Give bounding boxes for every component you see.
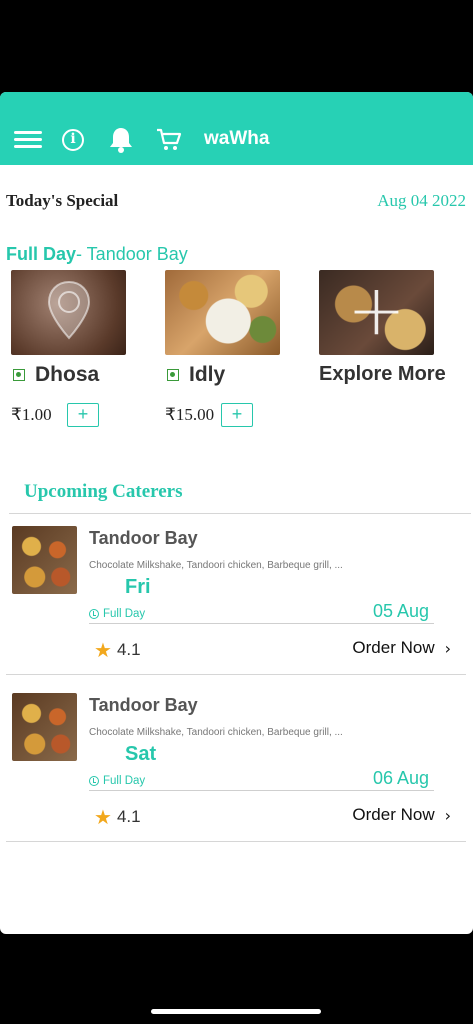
star-icon: ★ <box>94 638 112 662</box>
clock-icon <box>89 609 99 619</box>
card-divider <box>6 841 466 842</box>
home-indicator[interactable] <box>151 1009 321 1014</box>
caterer-label: - Tandoor Bay <box>76 244 188 264</box>
item-price: ₹15.00 <box>165 405 215 424</box>
caterer-rating: ★ 4.1 <box>94 638 141 662</box>
todays-special-title: Today's Special <box>6 191 119 210</box>
explore-more-card[interactable]: + Explore More <box>319 270 446 386</box>
dhosa-image[interactable] <box>11 270 126 355</box>
add-idly-button[interactable]: + <box>221 403 253 427</box>
caterer-menu: Chocolate Milkshake, Tandoori chicken, B… <box>89 727 343 738</box>
meal-caterer-line: Full Day- Tandoor Bay <box>6 244 188 265</box>
item-name: Dhosa <box>35 363 100 386</box>
idly-image[interactable] <box>165 270 280 355</box>
meal-label: Full Day <box>6 244 77 264</box>
caterer-date: 06 Aug <box>372 768 429 788</box>
caterer-name: Tandoor Bay <box>89 695 198 715</box>
caterer-image <box>12 526 77 594</box>
bell-icon[interactable] <box>108 126 134 154</box>
app-brand: waWha <box>204 128 270 149</box>
caterer-day: Sat <box>125 743 157 765</box>
app-header: i waWha <box>0 92 473 165</box>
clock-icon <box>89 776 99 786</box>
caterer-day: Fri <box>125 576 151 598</box>
info-icon[interactable]: i <box>62 129 84 151</box>
caterer-meal: Full Day <box>89 775 145 787</box>
placeholder-pin-icon <box>47 280 91 340</box>
caterer-image <box>12 693 77 761</box>
explore-more-image[interactable]: + <box>319 270 434 355</box>
chevron-right-icon: › <box>444 805 451 825</box>
explore-more-label[interactable]: Explore More <box>319 363 446 386</box>
app-screen: i waWha Today's Special Aug 04 2022 Full… <box>0 92 473 934</box>
caterer-menu: Chocolate Milkshake, Tandoori chicken, B… <box>89 560 343 571</box>
veg-icon <box>13 369 25 381</box>
caterer-divider <box>89 623 434 624</box>
plus-icon: + <box>347 270 406 351</box>
menu-icon[interactable] <box>14 131 42 149</box>
cart-icon[interactable] <box>156 128 182 152</box>
add-dhosa-button[interactable]: + <box>67 403 99 427</box>
order-now-button[interactable]: Order Now › <box>352 638 451 658</box>
item-name: Idly <box>189 363 226 386</box>
order-now-button[interactable]: Order Now › <box>352 805 451 825</box>
caterer-card[interactable]: Tandoor Bay Chocolate Milkshake, Tandoor… <box>0 514 473 674</box>
todays-special-date[interactable]: Aug 04 2022 <box>377 191 466 211</box>
caterer-date: 05 Aug <box>372 601 429 621</box>
special-item-idly[interactable]: Idly ₹15.00 + <box>165 270 280 427</box>
item-price: ₹1.00 <box>11 405 52 424</box>
star-icon: ★ <box>94 805 112 829</box>
veg-icon <box>167 369 179 381</box>
caterer-divider <box>89 790 434 791</box>
caterer-rating: ★ 4.1 <box>94 805 141 829</box>
caterer-name: Tandoor Bay <box>89 528 198 548</box>
chevron-right-icon: › <box>444 638 451 658</box>
upcoming-caterers-title: Upcoming Caterers <box>24 481 183 502</box>
special-item-dhosa[interactable]: Dhosa ₹1.00 + <box>11 270 126 427</box>
caterer-card[interactable]: Tandoor Bay Chocolate Milkshake, Tandoor… <box>0 681 473 841</box>
card-divider <box>6 674 466 675</box>
caterer-meal: Full Day <box>89 608 145 620</box>
